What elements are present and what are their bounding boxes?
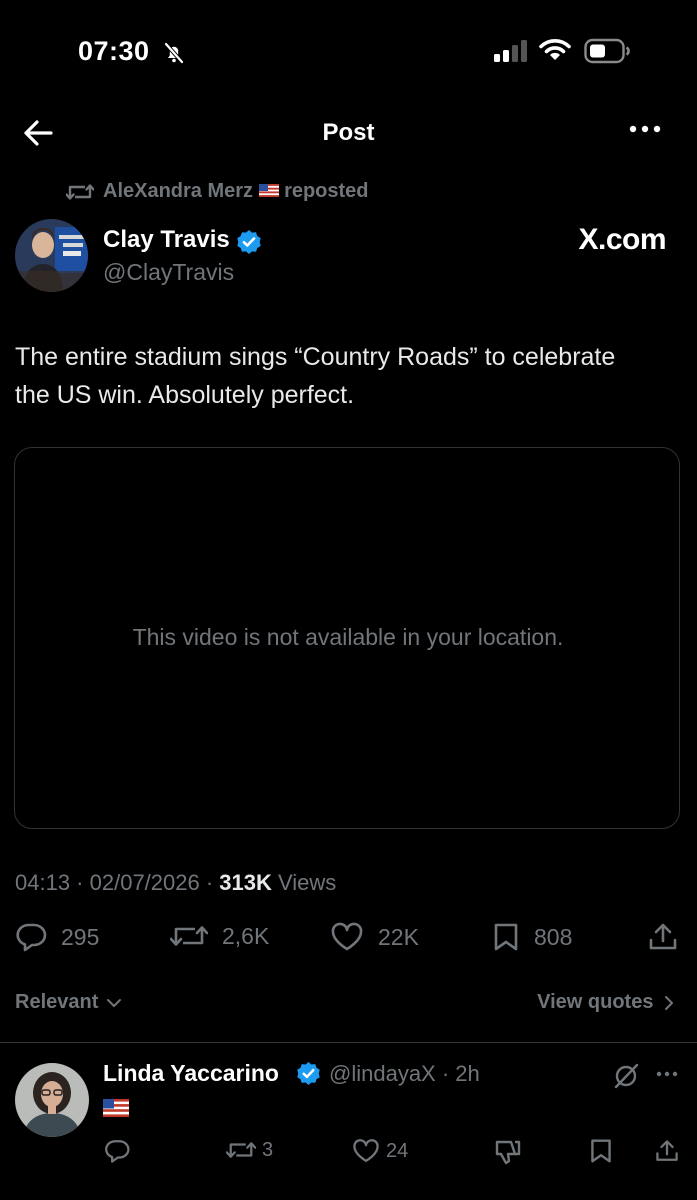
- repost-count: 2,6K: [222, 922, 270, 949]
- divider: [0, 1042, 697, 1043]
- video-unavailable-message: This video is not available in your loca…: [132, 624, 564, 650]
- more-options-button[interactable]: [628, 124, 662, 134]
- reply-bookmark-button[interactable]: [589, 1138, 613, 1164]
- reply-like-count: 24: [386, 1139, 409, 1162]
- heart-icon: [353, 1139, 379, 1163]
- repost-action-icon: [170, 926, 208, 946]
- sort-label: Relevant: [15, 991, 99, 1013]
- reposter-name[interactable]: AleXandra Merz: [103, 180, 253, 202]
- bell-muted-icon: [162, 41, 186, 65]
- heart-icon: [331, 922, 363, 951]
- reply-verified-badge-icon: [296, 1061, 321, 1086]
- repost-action-icon: [226, 1142, 256, 1158]
- reply-handle-time: @lindayaX · 2h: [329, 1061, 480, 1086]
- author-handle[interactable]: @ClayTravis: [103, 259, 234, 286]
- tweet-meta: 04:13 · 02/07/2026 · 313K Views: [15, 870, 337, 895]
- share-icon: [656, 1140, 678, 1161]
- grok-icon[interactable]: [612, 1062, 640, 1090]
- view-quotes-label: View quotes: [537, 991, 654, 1013]
- chevron-down-icon: [106, 998, 121, 1007]
- reply-like-button[interactable]: 24: [352, 1138, 408, 1164]
- author-name[interactable]: Clay Travis: [103, 226, 230, 254]
- reply-more-button[interactable]: [656, 1071, 678, 1077]
- reply-downvote-button[interactable]: [494, 1138, 522, 1166]
- reply-handle[interactable]: @lindayaX: [329, 1061, 436, 1086]
- share-icon: [649, 923, 677, 950]
- reply-count: 295: [61, 923, 100, 950]
- bookmark-count: 808: [534, 923, 573, 950]
- reply-avatar[interactable]: [15, 1063, 89, 1137]
- reply-repost-button[interactable]: 3: [226, 1138, 273, 1162]
- thumbs-down-icon: [495, 1140, 521, 1165]
- repost-button[interactable]: 2,6K: [170, 922, 269, 950]
- status-time: 07:30: [78, 36, 150, 66]
- source-label: X.com: [578, 223, 666, 256]
- reply-reply-button[interactable]: [104, 1138, 130, 1164]
- author-avatar[interactable]: [15, 219, 88, 292]
- page-title: Post: [322, 119, 375, 146]
- like-button[interactable]: 22K: [330, 922, 419, 952]
- video-placeholder[interactable]: This video is not available in your loca…: [14, 447, 680, 829]
- wifi-icon: [539, 38, 571, 62]
- reply-author-name[interactable]: Linda Yaccarino: [103, 1060, 279, 1087]
- battery-icon: [584, 38, 632, 64]
- tweet-date: 02/07/2026: [89, 870, 200, 895]
- tweet-time: 04:13: [15, 870, 71, 895]
- bookmark-button[interactable]: 808: [492, 922, 572, 952]
- repost-action: reposted: [284, 180, 369, 202]
- reply-icon: [16, 923, 47, 952]
- views-count[interactable]: 313K: [219, 870, 272, 895]
- repost-icon: [66, 181, 94, 203]
- reply-repost-count: 3: [262, 1138, 274, 1161]
- us-flag-icon: [259, 183, 280, 197]
- bookmark-icon: [494, 923, 518, 951]
- repost-label[interactable]: AleXandra Merz reposted: [103, 180, 369, 203]
- reply-time: 2h: [455, 1061, 480, 1086]
- reply-button[interactable]: 295: [15, 922, 99, 952]
- sort-dropdown[interactable]: Relevant: [15, 991, 122, 1014]
- us-flag-icon: [103, 1099, 129, 1117]
- cellular-signal-icon: [494, 40, 530, 62]
- view-quotes-link[interactable]: View quotes: [537, 991, 675, 1014]
- chevron-right-icon: [665, 995, 673, 1010]
- reply-share-button[interactable]: [655, 1138, 679, 1164]
- share-button[interactable]: [648, 922, 678, 952]
- reply-icon: [105, 1140, 130, 1163]
- verified-badge-icon: [236, 229, 262, 255]
- like-count: 22K: [378, 923, 419, 950]
- views-label: Views: [278, 870, 337, 895]
- bookmark-icon: [591, 1139, 611, 1163]
- tweet-text: The entire stadium sings “Country Roads”…: [15, 343, 616, 409]
